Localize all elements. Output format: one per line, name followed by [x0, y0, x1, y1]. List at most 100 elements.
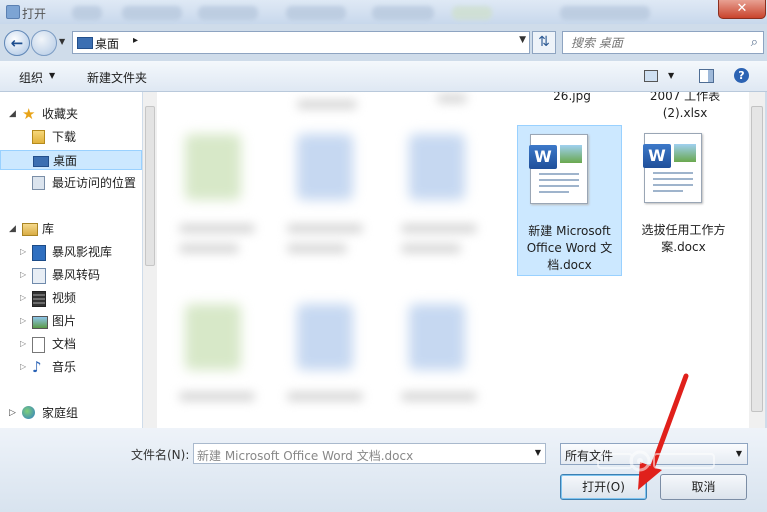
forward-button[interactable]: [31, 30, 57, 56]
nav-item-label: 暴风影视库: [52, 245, 113, 259]
chevron-down-icon[interactable]: ▼: [49, 71, 55, 80]
navigation-scrollbar-thumb[interactable]: [145, 106, 155, 266]
blurred-background-tab: [122, 6, 182, 20]
window-title: 打开: [22, 7, 47, 21]
recent-pages-dropdown[interactable]: ▼: [59, 37, 69, 47]
music-note-icon: ♪: [32, 358, 42, 376]
desktop-icon: [77, 37, 93, 49]
search-icon[interactable]: ⌕: [751, 35, 758, 50]
nav-item-label: 音乐: [52, 360, 77, 374]
file-name: 选拔任用工作方案.docx: [641, 223, 726, 254]
blurred-file: [297, 304, 353, 370]
file-list-scrollbar-thumb[interactable]: [751, 106, 763, 412]
nav-item-baofeng-transcode[interactable]: ▷ 暴风转码: [0, 265, 142, 285]
chevron-right-icon[interactable]: ▷: [20, 242, 26, 262]
nav-item-label: 最近访问的位置: [52, 176, 137, 190]
address-dropdown-icon[interactable]: ▼: [519, 35, 526, 45]
filename-value[interactable]: 新建 Microsoft Office Word 文档.docx: [197, 447, 413, 464]
nav-group-label: 家庭组: [42, 406, 79, 420]
breadcrumb-arrow-icon[interactable]: ▸: [133, 35, 138, 46]
nav-item-desktop[interactable]: 桌面: [0, 150, 142, 170]
blurred-file: [179, 392, 255, 401]
blurred-file: [437, 94, 467, 103]
nav-item-music[interactable]: ▷ ♪ 音乐: [0, 357, 142, 377]
file-item-jpg-partial[interactable]: 26.jpg: [532, 92, 612, 105]
blurred-file: [185, 134, 241, 200]
chevron-right-icon[interactable]: ▷: [20, 357, 26, 377]
blurred-file: [401, 244, 461, 253]
download-folder-icon: [32, 130, 45, 144]
arrow-left-icon: ←: [10, 34, 24, 52]
file-item-xlsx-partial[interactable]: 2007 工作表 (2).xlsx: [635, 92, 735, 122]
nav-item-label: 桌面: [53, 154, 78, 168]
nav-item-videos[interactable]: ▷ 视频: [0, 288, 142, 308]
view-options-icon[interactable]: [644, 70, 658, 82]
blurred-background-tab: [452, 6, 492, 20]
organize-button[interactable]: 组织: [19, 69, 43, 86]
chevron-right-icon[interactable]: ▷: [9, 403, 16, 423]
filename-label: 文件名(N):: [131, 448, 190, 462]
title-bar: 打开 ✕: [0, 0, 767, 24]
document-icon: [32, 337, 45, 353]
close-icon: ✕: [736, 1, 748, 16]
preview-pane-icon[interactable]: [699, 69, 714, 83]
nav-group-library[interactable]: ◢ 库: [0, 219, 142, 239]
nav-group-label: 库: [42, 222, 55, 236]
nav-group-label: 收藏夹: [42, 107, 79, 121]
blurred-file: [297, 134, 353, 200]
chevron-down-icon[interactable]: ◢: [9, 219, 16, 239]
chevron-right-icon[interactable]: ▷: [20, 334, 26, 354]
watermark-logo-icon: [597, 450, 715, 472]
homegroup-icon: [22, 406, 35, 419]
chevron-down-icon[interactable]: ◢: [9, 104, 16, 124]
chevron-down-icon[interactable]: ▼: [668, 71, 674, 80]
nav-item-recent-places[interactable]: 最近访问的位置: [0, 173, 142, 193]
blurred-file: [401, 224, 477, 233]
chevron-right-icon[interactable]: ▷: [20, 265, 26, 285]
blurred-file: [179, 244, 239, 253]
blurred-file: [185, 304, 241, 370]
chevron-right-icon[interactable]: ▷: [20, 311, 26, 331]
nav-item-documents[interactable]: ▷ 文档: [0, 334, 142, 354]
back-button[interactable]: ←: [4, 30, 30, 56]
file-item-selection-plan-doc[interactable]: W 选拔任用工作方案.docx: [632, 125, 737, 276]
blurred-file: [179, 224, 255, 233]
nav-item-label: 文档: [52, 337, 77, 351]
annotation-arrow-icon: [638, 373, 689, 490]
blurred-file: [297, 100, 357, 109]
blurred-file: [287, 244, 347, 253]
nav-item-pictures[interactable]: ▷ 图片: [0, 311, 142, 331]
chevron-down-icon: ▼: [59, 37, 66, 46]
blurred-file: [287, 224, 363, 233]
nav-item-label: 下载: [52, 130, 77, 144]
nav-group-homegroup[interactable]: ▷ 家庭组: [0, 403, 142, 423]
address-bar[interactable]: 桌面 ▸ ▼: [72, 31, 530, 54]
nav-item-downloads[interactable]: 下载: [0, 127, 142, 147]
address-location[interactable]: 桌面: [95, 35, 119, 52]
filename-input[interactable]: 新建 Microsoft Office Word 文档.docx ▼: [193, 443, 546, 464]
new-folder-button[interactable]: 新建文件夹: [87, 69, 147, 86]
blurred-background-tab: [198, 6, 258, 20]
chevron-right-icon[interactable]: ▷: [20, 288, 26, 308]
chevron-down-icon[interactable]: ▼: [535, 448, 541, 457]
blurred-file: [409, 304, 465, 370]
transcode-icon: [32, 268, 46, 284]
file-name: 新建 Microsoft Office Word 文档.docx: [526, 224, 613, 272]
search-box[interactable]: ⌕: [562, 31, 764, 54]
refresh-button[interactable]: ⇅: [532, 31, 556, 54]
app-icon: [6, 5, 20, 19]
nav-item-baofeng-library[interactable]: ▷ 暴风影视库: [0, 242, 142, 262]
close-button[interactable]: ✕: [718, 0, 766, 19]
blurred-background-tab: [72, 6, 102, 20]
file-item-new-word-doc[interactable]: W 新建 Microsoft Office Word 文档.docx: [517, 125, 622, 276]
word-document-icon: W: [529, 134, 588, 204]
nav-item-label: 图片: [52, 314, 77, 328]
film-icon: [32, 291, 46, 307]
nav-group-favorites[interactable]: ◢ ★ 收藏夹: [0, 104, 142, 124]
chevron-down-icon[interactable]: ▼: [736, 449, 742, 458]
refresh-icon: ⇅: [538, 34, 550, 50]
help-icon[interactable]: ?: [734, 68, 749, 83]
search-input[interactable]: [571, 35, 741, 50]
nav-item-label: 暴风转码: [52, 268, 101, 282]
blurred-background-tab: [372, 6, 434, 20]
